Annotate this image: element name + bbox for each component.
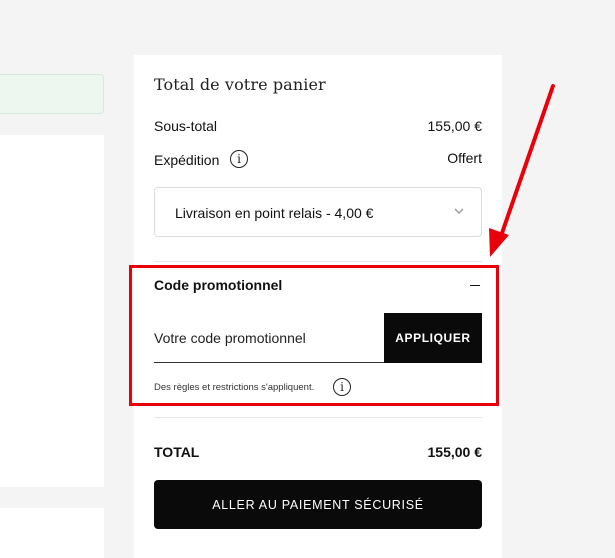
secure-checkout-button[interactable]: ALLER AU PAIEMENT SÉCURISÉ (154, 480, 482, 529)
shipping-method-select[interactable]: Livraison en point relais - 4,00 € (154, 187, 482, 237)
shipping-method-value: Livraison en point relais - 4,00 € (175, 205, 374, 221)
cart-items-panel (0, 135, 104, 487)
apply-promo-button[interactable]: APPLIQUER (384, 313, 482, 363)
shipping-label: Expédition (154, 152, 220, 168)
shipping-value: Offert (447, 150, 482, 166)
subtotal-value: 155,00 € (427, 118, 483, 134)
info-icon[interactable]: i (230, 150, 248, 168)
total-label: TOTAL (154, 444, 200, 460)
cart-summary: Total de votre panier Sous-total 155,00 … (134, 55, 502, 558)
minus-icon[interactable] (470, 285, 480, 287)
secondary-panel (0, 508, 104, 558)
shipping-row: Expédition i Offert (154, 148, 482, 170)
divider (154, 417, 482, 418)
promo-code-input[interactable] (154, 313, 384, 363)
info-icon[interactable]: i (333, 378, 351, 396)
cart-page: Total de votre panier Sous-total 155,00 … (0, 0, 615, 558)
subtotal-label: Sous-total (154, 118, 218, 134)
total-value: 155,00 € (427, 444, 483, 460)
divider (154, 261, 482, 262)
summary-title: Total de votre panier (154, 75, 326, 94)
promo-title: Code promotionnel (154, 277, 283, 293)
info-banner (0, 74, 104, 114)
chevron-down-icon (454, 208, 464, 214)
promo-rules-note: Des règles et restrictions s'appliquent. (154, 382, 315, 393)
